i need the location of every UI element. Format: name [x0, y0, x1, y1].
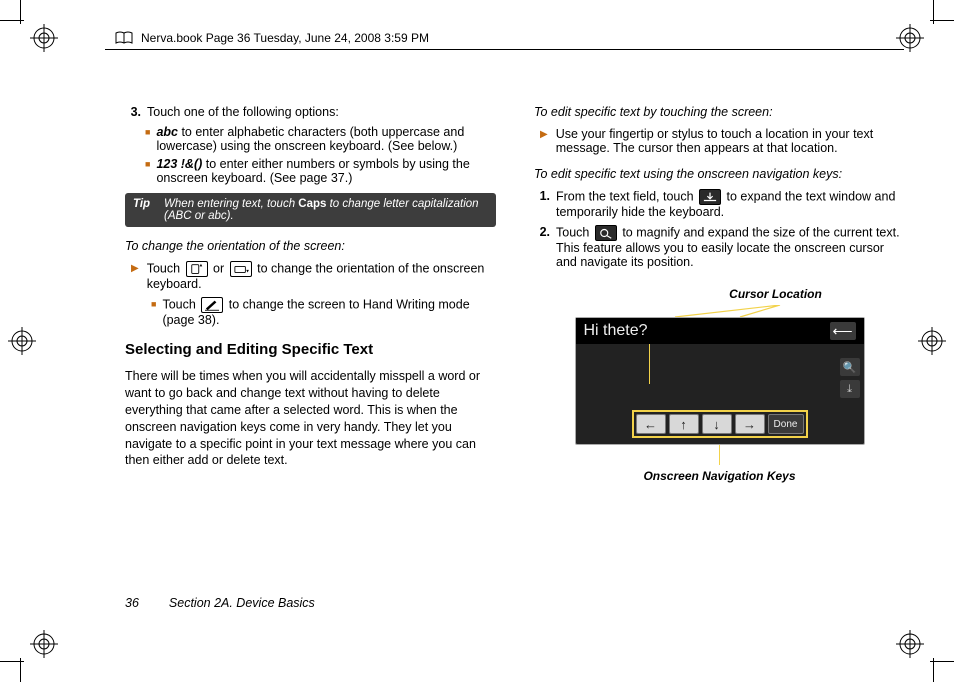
onscreen-nav-keys: ← ↑ ↓ → Done [632, 410, 808, 438]
step-text: From the text field, touch to expand the… [556, 189, 905, 219]
magnify-icon [595, 225, 617, 241]
expand-down-icon [699, 189, 721, 205]
right-column: To edit specific text by touching the sc… [534, 105, 905, 483]
collapse-button-icon: ⤓ [840, 380, 860, 398]
device-screenshot: Hi thete? ⟵ 🔍 ⤓ ← ↑ ↓ → Done [575, 317, 865, 445]
nav-up-icon: ↑ [669, 414, 699, 434]
pen-icon [201, 297, 223, 313]
bullet-icon: ■ [145, 157, 150, 185]
nav-left-icon: ← [636, 414, 666, 434]
rotate-up-icon [186, 261, 208, 277]
tip-label: Tip [133, 198, 150, 222]
rotate-side-icon [230, 261, 252, 277]
body-paragraph: There will be times when you will accide… [125, 368, 496, 469]
step-number: 3. [125, 105, 141, 119]
registration-mark-icon [896, 24, 924, 52]
tip-text: When entering text, touch Caps to change… [164, 198, 488, 222]
section-label: Section 2A. Device Basics [169, 596, 315, 610]
triangle-bullet-icon: ▶ [540, 127, 548, 155]
page-header: Nerva.book Page 36 Tuesday, June 24, 200… [115, 31, 429, 45]
nav-right-icon: → [735, 414, 765, 434]
sub-item: 123 !&() to enter either numbers or symb… [156, 157, 496, 185]
step-text: Touch to magnify and expand the size of … [556, 225, 905, 269]
touch-instruction: Use your fingertip or stylus to touch a … [556, 127, 905, 155]
backspace-icon: ⟵ [830, 322, 856, 340]
done-button: Done [768, 414, 804, 434]
nav-keys-label: Onscreen Navigation Keys [534, 469, 905, 483]
sub-item: abc to enter alphabetic characters (both… [156, 125, 496, 153]
book-icon [115, 31, 133, 45]
page-header-text: Nerva.book Page 36 Tuesday, June 24, 200… [141, 31, 429, 45]
subheading-orientation: To change the orientation of the screen: [125, 239, 496, 253]
left-column: 3. Touch one of the following options: ■… [125, 105, 496, 483]
page-number: 36 [125, 596, 139, 610]
orientation-instruction: Touch or to change the orientation of th… [147, 261, 496, 291]
registration-mark-icon [30, 630, 58, 658]
bullet-icon: ■ [151, 297, 156, 327]
tip-box: Tip When entering text, touch Caps to ch… [125, 193, 496, 227]
magnify-button-icon: 🔍 [840, 358, 860, 376]
nav-down-icon: ↓ [702, 414, 732, 434]
registration-mark-icon [918, 327, 946, 355]
step-number: 2. [534, 225, 550, 269]
heading-selecting-editing: Selecting and Editing Specific Text [125, 341, 496, 358]
registration-mark-icon [896, 630, 924, 658]
subheading-edit-nav: To edit specific text using the onscreen… [534, 167, 905, 181]
cursor-location-label: Cursor Location [590, 287, 954, 301]
bullet-icon: ■ [145, 125, 150, 153]
triangle-bullet-icon: ▶ [131, 261, 139, 291]
handwriting-instruction: Touch to change the screen to Hand Writi… [162, 297, 496, 327]
step-text: Touch one of the following options: [147, 105, 339, 119]
registration-mark-icon [8, 327, 36, 355]
step-number: 1. [534, 189, 550, 219]
figure: Cursor Location Hi thete? ⟵ 🔍 ⤓ ← ↑ ↓ → … [534, 287, 905, 483]
page-footer: 36 Section 2A. Device Basics [125, 596, 315, 610]
registration-mark-icon [30, 24, 58, 52]
sample-text: Hi thete? [584, 322, 648, 340]
subheading-edit-touch: To edit specific text by touching the sc… [534, 105, 905, 119]
